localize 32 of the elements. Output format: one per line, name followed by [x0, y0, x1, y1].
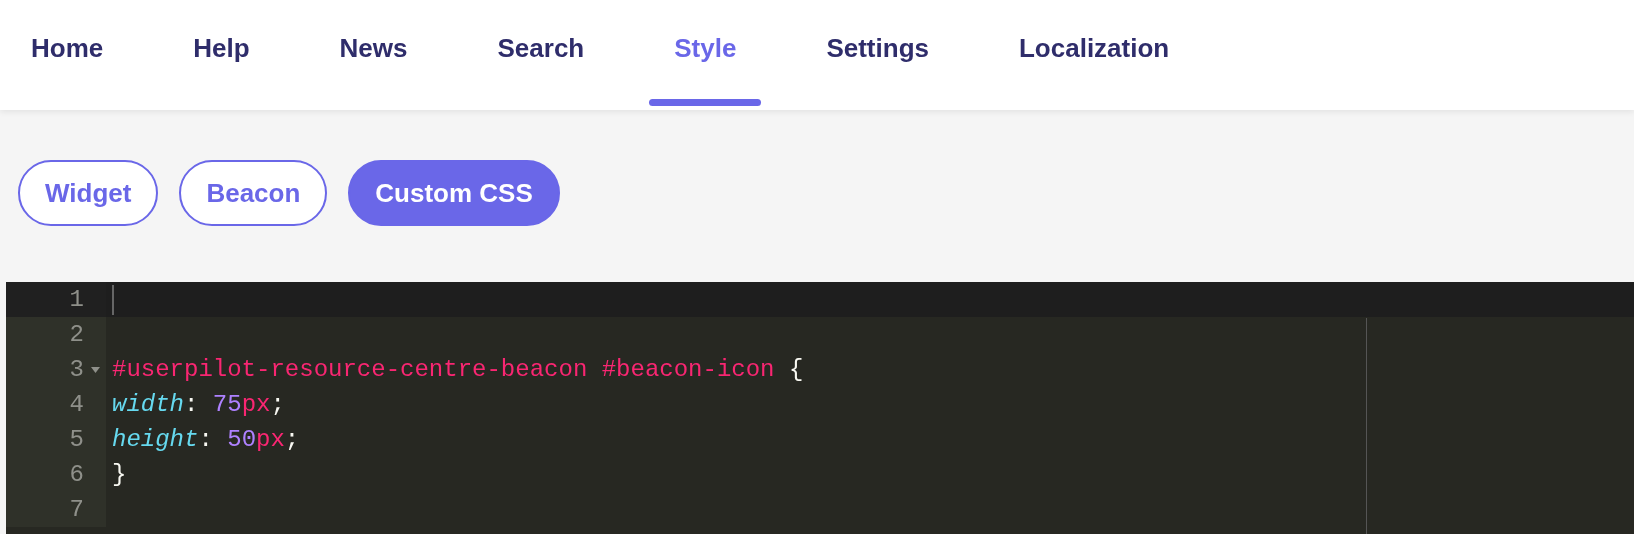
- nav-tab[interactable]: Settings: [801, 0, 954, 110]
- code-token: height: [112, 424, 199, 455]
- line-number: 6: [69, 459, 84, 490]
- nav-tab[interactable]: Home: [6, 0, 129, 110]
- pill-tab[interactable]: Widget: [18, 160, 159, 226]
- nav-tab[interactable]: Style: [649, 0, 762, 110]
- code-token: px: [256, 424, 285, 455]
- code-token: {: [787, 354, 804, 385]
- nav-tab[interactable]: News: [314, 0, 433, 110]
- code-token: px: [241, 389, 271, 420]
- line-number: 2: [69, 319, 84, 350]
- line-number: 3: [69, 354, 84, 385]
- nav-tab[interactable]: Search: [472, 0, 610, 110]
- line-number: 7: [69, 494, 84, 525]
- code-token: ;: [270, 389, 285, 420]
- code-token: 75: [212, 389, 242, 420]
- code-editor[interactable]: 1 2 3 #userpilot-resource-centre-beacon #beacon-icon { 4 width: 75px; 5 height: 50px; 6 } 7: [6, 282, 1634, 534]
- line-number: 1: [69, 284, 84, 315]
- code-token: ;: [284, 424, 300, 455]
- code-token: #userpilot-resource-centre-beacon #beacon-icon: [112, 354, 775, 385]
- nav-tab[interactable]: Help: [168, 0, 275, 110]
- code-token: :: [184, 389, 200, 420]
- fold-triangle-icon[interactable]: [91, 367, 100, 373]
- pill-tab[interactable]: Beacon: [179, 160, 328, 226]
- pill-tab[interactable]: Custom CSS: [348, 160, 560, 226]
- code-token: width: [112, 389, 184, 420]
- code-token: }: [112, 459, 127, 490]
- nav-tab[interactable]: Localization: [994, 0, 1195, 110]
- line-number: 4: [69, 389, 84, 420]
- code-token: 50: [227, 424, 257, 455]
- code-token: :: [198, 424, 214, 455]
- line-number: 5: [69, 424, 84, 455]
